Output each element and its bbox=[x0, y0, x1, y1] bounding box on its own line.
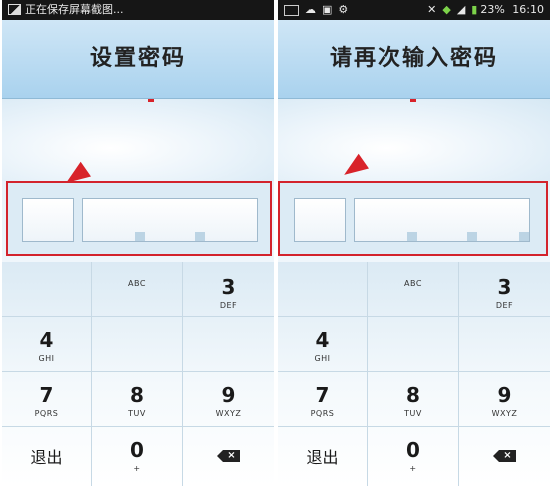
key-digit: 4 bbox=[39, 328, 54, 352]
keypad-key[interactable] bbox=[92, 317, 183, 372]
key-digit: 8 bbox=[130, 383, 144, 407]
key-digit: 3 bbox=[497, 275, 512, 299]
keypad-key[interactable]: ABC bbox=[368, 262, 459, 317]
keypad-key[interactable] bbox=[459, 317, 550, 372]
set-password-screen: 正在保存屏幕截图... 设置密码 ABC 3 DEF 4 GHI 7 PQRS 8 TUV 9 WX… bbox=[2, 0, 274, 486]
key-digit: 4 bbox=[315, 328, 330, 352]
key-digit: 3 bbox=[221, 275, 236, 299]
exit-label: 退出 bbox=[306, 448, 339, 467]
password-input-highlight bbox=[278, 181, 548, 256]
keypad-key[interactable]: 0 + bbox=[92, 427, 183, 486]
confirm-password-screen: ☁ ▣ ⚙ ✕ ◆ ◢ ▮ 23% 16:10 请再次输入密码 ABC 3 DEF 4 GHI 7 PQ… bbox=[278, 0, 550, 486]
keypad-key[interactable] bbox=[278, 262, 368, 317]
key-digit: 7 bbox=[39, 383, 54, 407]
key-letters: PQRS bbox=[34, 409, 59, 418]
page-title: 请再次输入密码 bbox=[278, 20, 550, 99]
android-icon: ⚙ bbox=[338, 3, 349, 16]
numeric-keypad: ABC 3 DEF 4 GHI 7 PQRS 8 TUV 9 WXYZ 退出 0 + × bbox=[278, 262, 550, 486]
key-letters: + bbox=[133, 464, 141, 473]
status-time: 16:10 bbox=[512, 3, 544, 16]
status-bar: ☁ ▣ ⚙ ✕ ◆ ◢ ▮ 23% 16:10 bbox=[278, 0, 550, 20]
arrow-tail-icon bbox=[410, 99, 416, 102]
mute-icon: ✕ bbox=[427, 3, 437, 16]
sim-icon bbox=[284, 4, 299, 16]
key-letters: DEF bbox=[495, 301, 514, 310]
usb-icon: ☁ bbox=[305, 3, 316, 16]
red-arrow-icon bbox=[339, 153, 369, 183]
key-letters: ABC bbox=[128, 279, 146, 288]
key-letters: GHI bbox=[38, 354, 55, 363]
keypad-key[interactable]: 7 PQRS bbox=[2, 372, 92, 427]
password-input-highlight bbox=[6, 181, 272, 256]
sky-background bbox=[278, 99, 550, 183]
keypad-key[interactable]: 0 + bbox=[368, 427, 459, 486]
signal-icon: ◢ bbox=[456, 3, 466, 16]
password-field-prefix[interactable] bbox=[22, 198, 74, 242]
key-letters: WXYZ bbox=[215, 409, 242, 418]
keypad-key[interactable]: 8 TUV bbox=[92, 372, 183, 427]
key-digit: 8 bbox=[406, 383, 420, 407]
keypad-key[interactable]: 4 GHI bbox=[278, 317, 368, 372]
key-digit: 9 bbox=[497, 383, 512, 407]
battery-icon: ▮ bbox=[471, 3, 478, 16]
password-field-prefix[interactable] bbox=[294, 198, 346, 242]
exit-label: 退出 bbox=[30, 448, 63, 467]
exit-button[interactable]: 退出 bbox=[278, 427, 368, 486]
key-digit: 0 bbox=[406, 438, 420, 462]
keypad-key[interactable]: 3 DEF bbox=[183, 262, 274, 317]
keypad-key[interactable]: 8 TUV bbox=[368, 372, 459, 427]
keypad-key[interactable] bbox=[368, 317, 459, 372]
key-digit: 0 bbox=[130, 438, 144, 462]
keypad-key[interactable]: 7 PQRS bbox=[278, 372, 368, 427]
delete-button[interactable]: × bbox=[183, 427, 274, 486]
battery-percent: 23% bbox=[480, 3, 505, 16]
status-saving-text: 正在保存屏幕截图... bbox=[25, 3, 124, 16]
key-digit: 9 bbox=[221, 383, 236, 407]
key-letters: DEF bbox=[219, 301, 238, 310]
key-letters: ABC bbox=[404, 279, 422, 288]
keypad-key[interactable] bbox=[183, 317, 274, 372]
key-letters: GHI bbox=[314, 354, 331, 363]
key-letters: TUV bbox=[404, 409, 422, 418]
status-bar: 正在保存屏幕截图... bbox=[2, 0, 274, 20]
key-letters: TUV bbox=[128, 409, 146, 418]
screenshot-image-icon bbox=[8, 3, 21, 15]
arrow-tail-icon bbox=[148, 99, 154, 102]
page-title: 设置密码 bbox=[2, 20, 274, 99]
keypad-key[interactable]: 3 DEF bbox=[459, 262, 550, 317]
keypad-key[interactable]: 9 WXYZ bbox=[459, 372, 550, 427]
keypad-key[interactable] bbox=[2, 262, 92, 317]
key-digit: 7 bbox=[315, 383, 330, 407]
key-letters: WXYZ bbox=[491, 409, 518, 418]
sky-background bbox=[2, 99, 274, 191]
wifi-icon: ◆ bbox=[442, 3, 451, 16]
key-letters: PQRS bbox=[310, 409, 335, 418]
password-field-main[interactable] bbox=[354, 198, 530, 242]
key-letters: + bbox=[409, 464, 417, 473]
exit-button[interactable]: 退出 bbox=[2, 427, 92, 486]
delete-button[interactable]: × bbox=[459, 427, 550, 486]
notification-icon: ▣ bbox=[322, 3, 333, 16]
password-field-main[interactable] bbox=[82, 198, 258, 242]
keypad-key[interactable]: 4 GHI bbox=[2, 317, 92, 372]
backspace-icon: × bbox=[217, 450, 240, 462]
keypad-key[interactable]: 9 WXYZ bbox=[183, 372, 274, 427]
keypad-key[interactable]: ABC bbox=[92, 262, 183, 317]
numeric-keypad: ABC 3 DEF 4 GHI 7 PQRS 8 TUV 9 WXYZ 退出 0 + × bbox=[2, 262, 274, 486]
backspace-icon: × bbox=[493, 450, 516, 462]
